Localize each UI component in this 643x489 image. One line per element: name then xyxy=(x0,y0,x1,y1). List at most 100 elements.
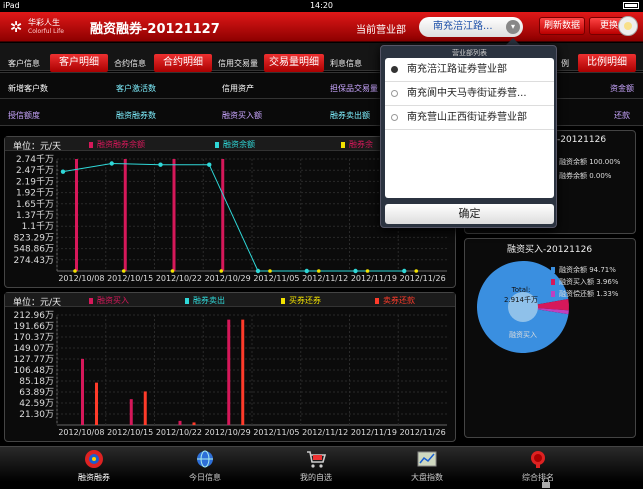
grid-cell[interactable]: 担保品交易量 xyxy=(330,83,378,94)
trade-chart: 212.96万191.66万170.37万149.07万127.77万106.4… xyxy=(14,311,447,437)
x-tick-label: 2012/10/29 xyxy=(205,428,251,437)
pie-total-label: Total: xyxy=(511,286,531,294)
pie-caption: 融资买入 xyxy=(509,331,537,339)
x-tick-label: 2012/10/29 xyxy=(205,274,251,283)
chart-icon xyxy=(417,451,437,467)
data-point xyxy=(170,269,175,273)
bar xyxy=(81,358,84,425)
y-tick-label: 42.59万 xyxy=(19,399,54,409)
trade-chart-panel: 单位：元/天 融资买入 融券卖出 买券还券 卖券还款 212.96万 191.66… xyxy=(4,292,456,442)
customer-detail-button[interactable]: 客户明细 xyxy=(50,54,108,72)
bar xyxy=(227,319,231,425)
x-tick-label: 2012/11/19 xyxy=(351,274,397,283)
grid-cell[interactable]: 融券卖出额 xyxy=(330,110,370,121)
ratio-detail-button[interactable]: 比例明细 xyxy=(578,54,636,72)
y-tick-label: 191.66万 xyxy=(14,322,55,332)
branch-select[interactable]: 南充涪江路... ▾ xyxy=(419,17,523,37)
bar xyxy=(95,382,98,425)
grid-cell[interactable]: 资金额 xyxy=(610,83,634,94)
data-point xyxy=(121,269,126,273)
y-tick-label: 2.47千万 xyxy=(16,165,54,176)
x-tick-label: 2012/11/12 xyxy=(302,274,348,283)
branch-value: 南充涪江路... xyxy=(433,21,493,32)
tab-label-interest: 利息信息 xyxy=(330,59,362,68)
nav-ranking[interactable]: 综合排名 xyxy=(488,447,588,483)
data-point xyxy=(60,169,66,174)
y-tick-label: 85.18万 xyxy=(19,377,54,387)
radio-icon xyxy=(391,66,398,73)
grid-cell[interactable]: 还款 xyxy=(614,110,630,121)
cart-icon xyxy=(307,451,327,468)
data-point xyxy=(304,268,309,274)
grid-cell[interactable]: 新增客户数 xyxy=(8,83,48,94)
chevron-down-icon: ▾ xyxy=(506,20,520,34)
pie-legend-item: 融资偿还额 1.33% xyxy=(551,289,618,299)
nav-label: 我的自选 xyxy=(300,473,332,482)
lock-icon[interactable] xyxy=(540,477,552,489)
branch-list: 南充涪江路证券营业部 南充阆中天马寺街证券营... 南充营山正西街证券营业部 xyxy=(385,58,554,198)
branch-option[interactable]: 南充涪江路证券营业部 xyxy=(385,58,554,82)
confirm-button[interactable]: 确定 xyxy=(385,204,554,224)
radio-icon xyxy=(391,114,398,121)
nav-favorites[interactable]: 我的自选 xyxy=(266,447,366,483)
x-tick-label: 2012/10/22 xyxy=(156,428,202,437)
refresh-button[interactable]: 刷新数据 xyxy=(539,17,585,35)
grid-cell[interactable]: 融资融券数 xyxy=(116,110,156,121)
data-point xyxy=(219,269,224,273)
grid-cell[interactable]: 授信额度 xyxy=(8,110,40,121)
branch-option[interactable]: 南充营山正西街证券营业部 xyxy=(385,106,554,130)
tab-label-contract: 合约信息 xyxy=(114,59,146,68)
data-point xyxy=(109,161,114,166)
y-tick-label: 823.29万 xyxy=(14,233,55,243)
bar xyxy=(123,159,127,271)
y-tick-label: 212.96万 xyxy=(14,311,55,321)
x-tick-label: 2012/11/19 xyxy=(351,428,397,437)
volume-detail-button[interactable]: 交易量明细 xyxy=(264,54,324,72)
data-point xyxy=(414,269,419,273)
globe-icon xyxy=(197,450,213,468)
y-tick-label: 149.07万 xyxy=(14,344,55,354)
right-top-title: -20121126 xyxy=(557,135,607,145)
status-bar: iPad 14:20 xyxy=(0,0,643,12)
grid-cell[interactable]: 融资买入额 xyxy=(222,110,262,121)
chart2-header: 单位：元/天 融资买入 融券卖出 买券还券 卖券还款 xyxy=(5,293,455,308)
bar xyxy=(241,319,245,425)
data-point xyxy=(268,269,272,273)
bar xyxy=(192,422,196,425)
data-point xyxy=(255,268,261,274)
nav-index[interactable]: 大盘指数 xyxy=(377,447,477,483)
x-tick-label: 2012/10/08 xyxy=(58,428,104,437)
branch-label: 当前营业部 xyxy=(356,25,406,36)
y-tick-label: 170.37万 xyxy=(14,333,55,343)
nav-label: 融资融券 xyxy=(78,473,110,482)
y-tick-label: 1.37千万 xyxy=(16,210,54,221)
x-tick-label: 2012/11/05 xyxy=(253,274,299,283)
branch-popover: 营业部列表 南充涪江路证券营业部 南充阆中天马寺街证券营... 南充营山正西街证… xyxy=(380,45,557,228)
nav-today[interactable]: 今日信息 xyxy=(155,447,255,483)
data-point xyxy=(402,268,407,274)
y-tick-label: 1.65千万 xyxy=(16,199,54,210)
branch-option[interactable]: 南充阆中天马寺街证券营... xyxy=(385,82,554,106)
legend-item: 买券还券 xyxy=(281,295,321,306)
data-point xyxy=(158,162,163,167)
grid-cell[interactable]: 客户激活数 xyxy=(116,83,156,94)
nav-financing[interactable]: 融资融券 xyxy=(44,447,144,483)
legend-item: 融资余额 xyxy=(215,139,255,150)
app-header: ✲ 华彩人生 Colorful Life 融资融券-20121127 当前营业部… xyxy=(0,12,643,42)
legend-item: 卖券还款 xyxy=(375,295,415,306)
x-tick-label: 2012/11/26 xyxy=(400,428,446,437)
legend-item: 融券卖出 xyxy=(185,295,225,306)
contract-detail-button[interactable]: 合约明细 xyxy=(154,54,212,72)
legend-item: 融资买入 xyxy=(89,295,129,306)
data-point xyxy=(73,269,77,273)
settings-icon[interactable] xyxy=(618,16,638,36)
data-point xyxy=(365,269,370,273)
y-tick-label: 1.92千万 xyxy=(16,188,54,199)
clock: 14:20 xyxy=(309,1,334,10)
x-tick-label: 2012/10/15 xyxy=(107,274,153,283)
data-point xyxy=(316,269,321,273)
logo-en: Colorful Life xyxy=(28,28,64,35)
bar xyxy=(129,399,133,425)
bar xyxy=(172,159,176,271)
grid-cell[interactable]: 信用资产 xyxy=(222,83,254,94)
